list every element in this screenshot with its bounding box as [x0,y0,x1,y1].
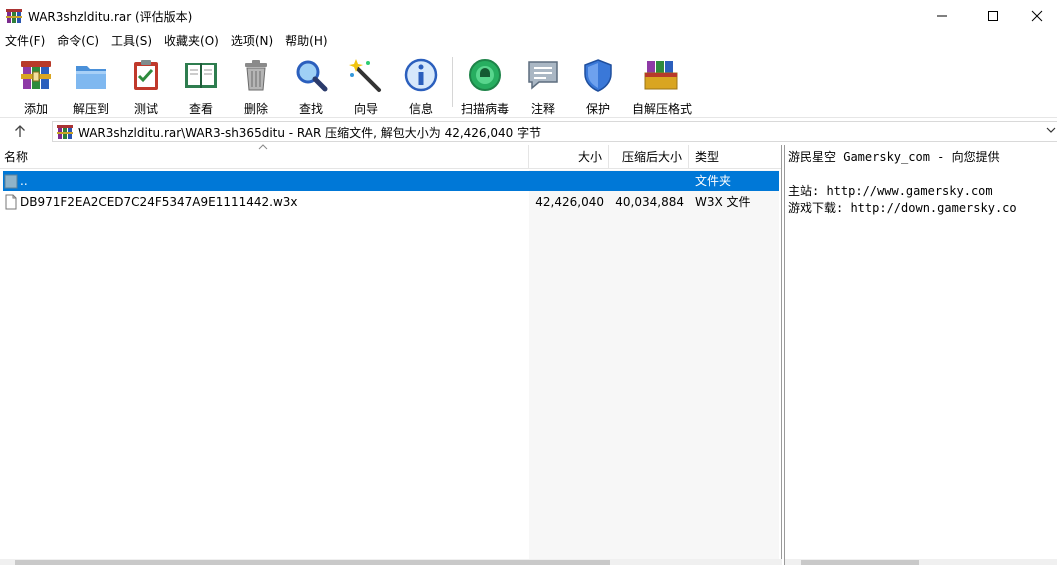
column-header: 名称 大小 压缩后大小 类型 [0,144,781,169]
scan-virus-button-label: 扫描病毒 [460,102,509,116]
table-row[interactable]: .. 文件夹 [3,171,779,191]
virus-scan-icon [469,59,501,91]
column-packed-label: 压缩后大小 [621,150,682,164]
path-text: WAR3shzlditu.rar\WAR3-sh365ditu - RAR 压缩… [78,126,542,140]
view-book-icon [185,63,217,88]
column-type[interactable]: 类型 [689,145,781,169]
maximize-icon [988,10,998,21]
close-button[interactable] [1014,0,1057,31]
sfx-button-label: 自解压格式 [632,102,693,116]
comment-line: 游民星空 Gamersky_com - 向您提供 [788,150,1000,164]
delete-button[interactable]: 删除 [227,55,285,116]
column-name-label: 名称 [4,150,29,164]
menu-options[interactable]: 选项(N) [225,31,279,51]
menu-help[interactable]: 帮助(H) [279,31,333,51]
test-button[interactable]: 测试 [117,55,175,116]
file-icon [5,194,17,210]
add-button-label: 添加 [23,102,48,116]
sfx-button[interactable]: 自解压格式 [632,55,692,116]
comment-button-label: 注释 [530,102,555,116]
horizontal-scrollbar[interactable] [0,559,782,565]
extract-to-button-label: 解压到 [72,102,109,116]
find-button[interactable]: 查找 [282,55,340,116]
test-button-label: 测试 [133,102,158,116]
menu-bar: 文件(F) 命令(C) 工具(S) 收藏夹(O) 选项(N) 帮助(H) [0,31,1057,51]
winrar-app-icon [6,9,22,23]
wizard-button-label: 向导 [353,102,378,116]
protect-button-label: 保护 [585,102,610,116]
minimize-icon [937,15,947,16]
file-list: 名称 大小 压缩后大小 类型 .. 文件夹 DB971F2EA2CED7C24F… [0,144,782,565]
chevron-down-icon[interactable] [1046,127,1056,134]
magnifier-icon [296,60,328,92]
comment-note-icon [528,61,558,90]
trash-icon [245,60,267,91]
file-name: .. [20,174,28,188]
info-button[interactable]: 信息 [392,55,450,116]
comment-pane: 游民星空 Gamersky_com - 向您提供 主站: http://www.… [784,145,1057,565]
up-folder-button[interactable] [10,122,30,140]
wizard-button[interactable]: 向导 [337,55,395,116]
view-button-label: 查看 [188,102,213,116]
file-name: DB971F2EA2CED7C24F5347A9E1111442.w3x [20,195,298,209]
menu-tools[interactable]: 工具(S) [105,31,158,51]
column-size-label: 大小 [577,150,602,164]
delete-button-label: 删除 [243,102,268,116]
table-row[interactable]: DB971F2EA2CED7C24F5347A9E1111442.w3x 42,… [3,192,779,212]
minimize-button[interactable] [919,0,965,31]
winrar-window: WAR3shzlditu.rar (评估版本) 文件(F) 命令(C) 工具(S… [0,0,1057,565]
shield-icon [584,59,612,92]
file-packed-size: 40,034,884 [615,195,684,209]
find-button-label: 查找 [298,102,323,116]
comment-button[interactable]: 注释 [514,55,572,116]
parent-folder-icon [4,174,18,189]
view-button[interactable]: 查看 [172,55,230,116]
column-shade [529,170,779,563]
menu-file[interactable]: 文件(F) [0,31,51,51]
maximize-button[interactable] [970,0,1016,31]
scrollbar-thumb[interactable] [15,560,610,565]
file-type: W3X 文件 [695,195,751,209]
column-size[interactable]: 大小 [529,145,609,169]
close-icon [1031,10,1043,21]
file-packed-size [609,171,684,191]
file-size [529,171,604,191]
scan-virus-button[interactable]: 扫描病毒 [456,55,514,116]
sfx-box-icon [644,61,678,90]
window-title: WAR3shzlditu.rar (评估版本) [28,10,193,24]
path-field[interactable]: WAR3shzlditu.rar\WAR3-sh365ditu - RAR 压缩… [52,121,1057,142]
column-packed[interactable]: 压缩后大小 [609,145,689,169]
menu-commands[interactable]: 命令(C) [51,31,105,51]
file-type: 文件夹 [695,174,732,188]
info-button-label: 信息 [408,102,433,116]
sort-ascending-icon [258,144,268,150]
rar-archive-icon [57,125,73,139]
comment-line: 主站: http://www.gamersky.com [788,184,993,198]
add-archive-icon [21,61,51,89]
protect-button[interactable]: 保护 [569,55,627,116]
toolbar: 添加 解压到 测试 查看 删除 查找 向导 信息 扫描病毒 注释 保护 自解压格… [0,51,1057,116]
wizard-wand-icon [349,59,381,92]
toolbar-separator [452,57,453,107]
arrow-up-icon [15,125,25,137]
address-bar: WAR3shzlditu.rar\WAR3-sh365ditu - RAR 压缩… [0,117,1057,144]
column-type-label: 类型 [695,150,720,164]
comment-horizontal-scrollbar[interactable] [785,559,1057,565]
menu-favorites[interactable]: 收藏夹(O) [158,31,225,51]
info-icon [404,58,438,92]
test-clipboard-icon [134,60,158,90]
extract-folder-icon [76,66,106,89]
file-size: 42,426,040 [535,195,604,209]
scrollbar-thumb[interactable] [801,560,919,565]
extract-to-button[interactable]: 解压到 [62,55,120,116]
title-bar[interactable]: WAR3shzlditu.rar (评估版本) [0,0,1057,31]
add-button[interactable]: 添加 [7,55,65,116]
comment-line: 游戏下载: http://down.gamersky.co [788,201,1017,215]
